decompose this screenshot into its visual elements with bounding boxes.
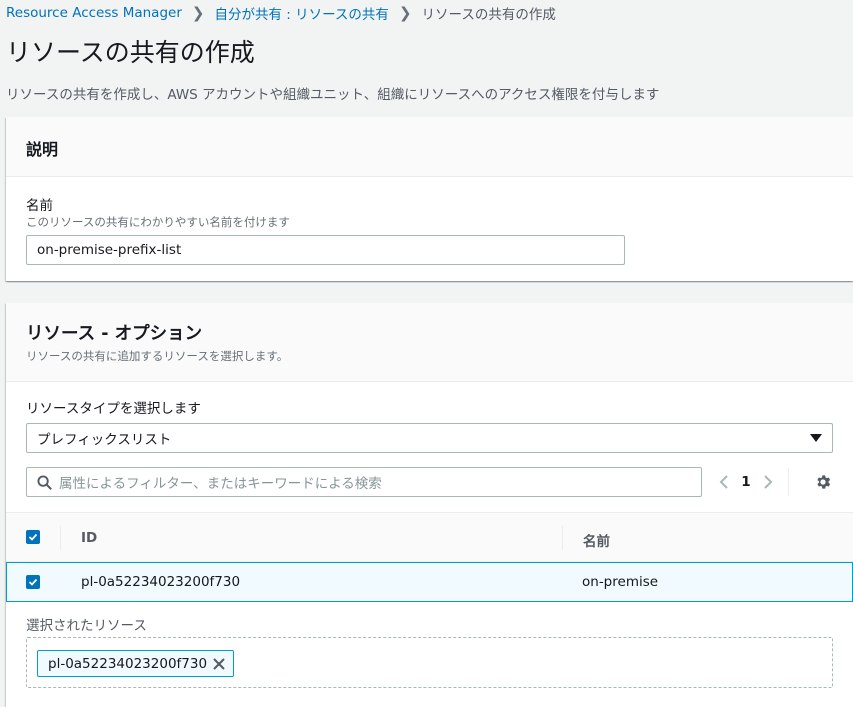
resources-panel: リソース - オプション リソースの共有に追加するリソースを選択します。 リソー…	[6, 303, 853, 707]
column-header-name[interactable]: 名前	[583, 530, 610, 550]
resource-type-label: リソースタイプを選択します	[26, 401, 201, 417]
filter-input[interactable]: 属性によるフィルター、またはキーワードによる検索	[26, 467, 702, 497]
next-page-button[interactable]	[756, 467, 780, 497]
chevron-right-icon: ❯	[398, 4, 412, 22]
description-panel-header: 説明	[6, 117, 853, 177]
pager-divider	[788, 468, 789, 496]
filter-placeholder: 属性によるフィルター、またはキーワードによる検索	[59, 476, 382, 492]
caret-down-icon	[810, 434, 822, 442]
description-panel: 説明 名前 このリソースの共有にわかりやすい名前を付けます on-premise…	[6, 117, 853, 281]
selected-resource-token: pl-0a52234023200f730	[37, 650, 234, 677]
pagination: 1	[712, 467, 799, 497]
gear-icon	[817, 475, 831, 489]
name-field-label: 名前	[26, 198, 53, 214]
row-checkbox[interactable]	[26, 575, 40, 589]
resources-panel-title: リソース - オプション	[26, 324, 203, 344]
select-all-checkbox[interactable]	[26, 530, 40, 544]
breadcrumb-current: リソースの共有の作成	[421, 7, 556, 23]
resource-type-value: プレフィックスリスト	[37, 432, 172, 448]
page-number[interactable]: 1	[736, 474, 756, 490]
row-id: pl-0a52234023200f730	[81, 574, 241, 590]
selected-resources-box: pl-0a52234023200f730	[26, 637, 833, 688]
column-divider[interactable]	[562, 526, 563, 550]
name-input[interactable]: on-premise-prefix-list	[26, 235, 625, 265]
resource-type-select[interactable]: プレフィックスリスト	[26, 423, 833, 453]
selected-resources-label: 選択されたリソース	[26, 618, 147, 634]
previous-page-button[interactable]	[712, 467, 736, 497]
name-field-group: 名前 このリソースの共有にわかりやすい名前を付けます on-premise-pr…	[26, 194, 625, 265]
checkmark-icon	[28, 578, 38, 586]
page-title: リソースの共有の作成	[6, 38, 255, 67]
table-row[interactable]: pl-0a52234023200f730 on-premise	[6, 562, 853, 602]
chevron-right-icon: ❯	[191, 4, 205, 22]
remove-token-button[interactable]	[212, 657, 226, 675]
description-panel-title: 説明	[26, 140, 59, 159]
search-icon	[37, 475, 52, 490]
column-header-id[interactable]: ID	[81, 530, 97, 546]
resources-panel-subtitle: リソースの共有に追加するリソースを選択します。	[26, 349, 289, 363]
chevron-left-icon	[719, 475, 728, 489]
resources-panel-header: リソース - オプション リソースの共有に追加するリソースを選択します。	[6, 303, 853, 382]
column-divider	[60, 526, 61, 550]
chevron-right-icon	[764, 475, 773, 489]
close-icon	[213, 658, 225, 670]
page-description: リソースの共有を作成し、AWS アカウントや組織ユニット、組織にリソースへのアク…	[6, 87, 660, 103]
token-label: pl-0a52234023200f730	[48, 655, 208, 672]
preferences-button[interactable]	[814, 473, 832, 495]
name-field-hint: このリソースの共有にわかりやすい名前を付けます	[26, 215, 290, 229]
breadcrumb-parent-link[interactable]: 自分が共有 : リソースの共有	[214, 3, 388, 23]
checkmark-icon	[28, 533, 38, 541]
breadcrumb-root-link[interactable]: Resource Access Manager	[6, 5, 182, 21]
row-name: on-premise	[582, 574, 659, 590]
table-header: ID 名前	[6, 512, 853, 562]
breadcrumb: Resource Access Manager ❯ 自分が共有 : リソースの共…	[6, 3, 556, 23]
